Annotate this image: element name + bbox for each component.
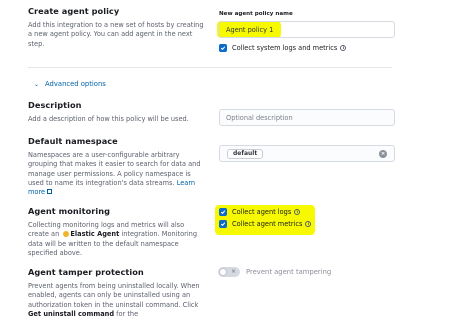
advanced-options-label: Advanced options [45,80,106,88]
collect-agent-logs-row[interactable]: Collect agent logs i [219,208,301,216]
cross-icon: × [230,268,236,275]
create-policy-section: Create agent policy Add this integration… [28,6,206,49]
policy-name-input[interactable]: Agent policy 1 [219,21,395,38]
collect-agent-metrics-label: Collect agent metrics [232,220,303,228]
tamper-section: Agent tamper protection Prevent agents f… [28,267,206,319]
clear-icon[interactable]: × [379,150,387,158]
advanced-options-toggle[interactable]: ⌄ Advanced options [34,80,106,88]
prevent-tampering-label: Prevent agent tampering [246,268,332,276]
get-uninstall-command: Get uninstall command [28,309,115,318]
tamper-help-text: Prevent agents from being uninstalled lo… [28,282,206,319]
chevron-down-icon: ⌄ [34,80,40,88]
collect-system-row[interactable]: Collect system logs and metrics i [219,44,347,52]
checkbox-checked-icon[interactable] [219,208,227,216]
policy-name-label: New agent policy name [219,11,293,17]
info-icon: i [340,45,347,51]
tamper-heading: Agent tamper protection [28,267,144,277]
namespace-text: Namespaces are a user-configurable arbit… [28,151,201,187]
monitoring-heading: Agent monitoring [28,206,111,216]
switch-knob [219,268,227,276]
description-section: Description Add a description of how thi… [28,100,206,124]
create-policy-description: Add this integration to a new set of hos… [28,21,204,48]
namespace-heading: Default namespace [28,136,118,146]
monitoring-section: Agent monitoring Collecting monitoring l… [28,206,206,258]
description-help-text: Add a description of how this policy wil… [28,115,189,123]
namespace-combobox[interactable]: default × [219,145,395,162]
elastic-agent-name: Elastic Agent [70,230,120,239]
external-link-icon [47,189,53,195]
info-icon: i [305,221,312,227]
divider [28,67,392,68]
monitoring-help-text: Collecting monitoring logs and metrics w… [28,221,206,258]
prevent-tampering-row[interactable]: × Prevent agent tampering [218,267,331,277]
description-input[interactable]: Optional description [219,109,395,126]
collect-system-label: Collect system logs and metrics [232,44,338,52]
elastic-agent-icon [62,230,69,237]
collect-agent-metrics-row[interactable]: Collect agent metrics i [219,220,312,228]
description-heading: Description [28,100,82,110]
namespace-pill: default [227,149,264,159]
create-policy-heading: Create agent policy [28,6,120,16]
checkbox-checked-icon[interactable] [219,220,227,228]
namespace-help-text: Namespaces are a user-configurable arbit… [28,151,206,197]
checkbox-checked-icon[interactable] [219,44,227,52]
namespace-section: Default namespace Namespaces are a user-… [28,136,206,197]
info-icon: i [294,209,301,215]
tamper-text-end: for the [116,309,139,318]
agent-policy-form: Create agent policy Add this integration… [4,0,470,323]
tamper-text: Prevent agents from being uninstalled lo… [28,282,200,309]
collect-agent-logs-label: Collect agent logs [232,208,292,216]
prevent-tampering-switch[interactable]: × [218,267,240,277]
